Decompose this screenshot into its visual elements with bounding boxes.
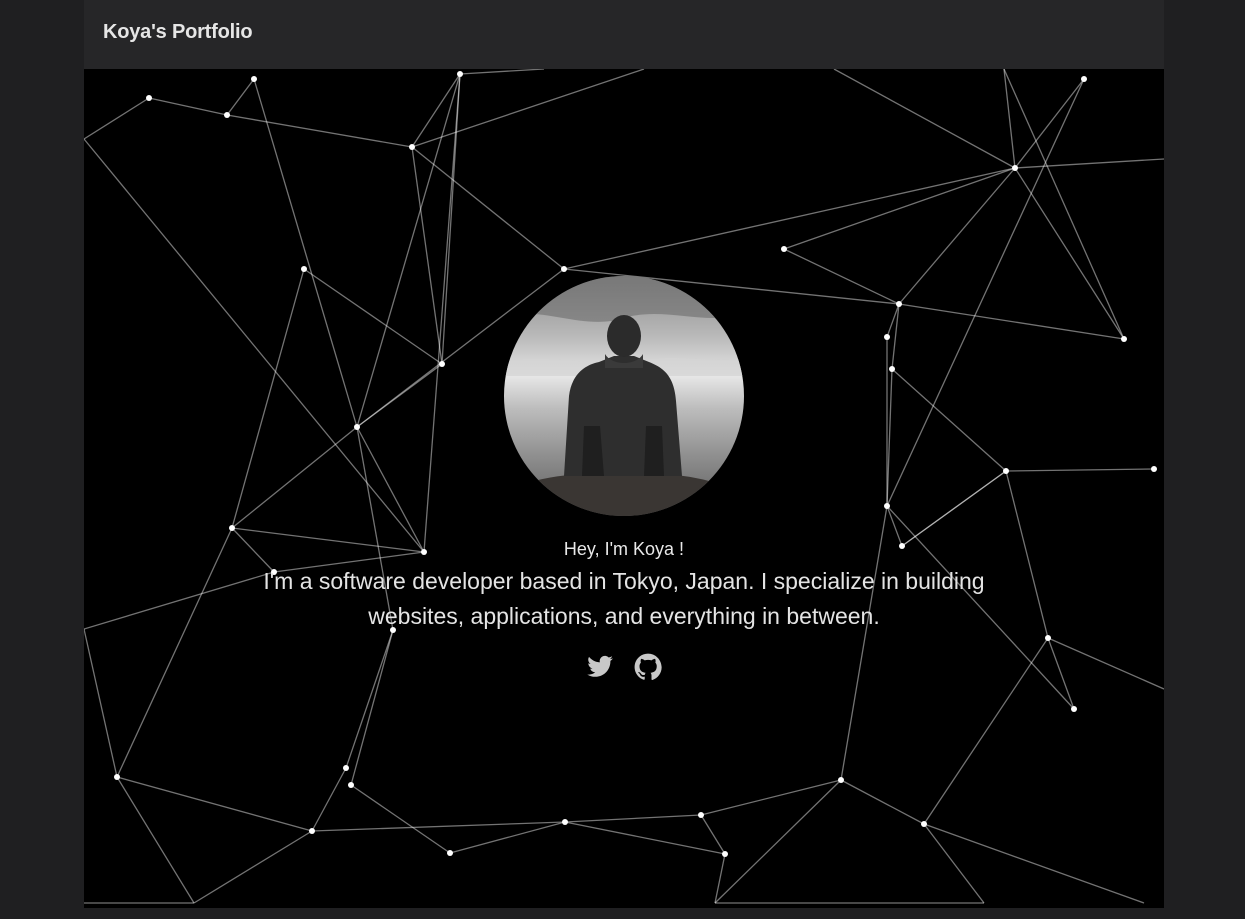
page-container: Koya's Portfolio Hey, I'm Koya ! I'm a s… [84, 0, 1164, 908]
twitter-icon [587, 655, 613, 677]
navbar: Koya's Portfolio [84, 0, 1164, 69]
network-line [714, 853, 726, 904]
network-node [722, 851, 728, 857]
network-node [301, 266, 307, 272]
network-node [457, 71, 463, 77]
network-line [1003, 69, 1016, 169]
avatar-image [504, 276, 744, 516]
network-node [146, 95, 152, 101]
network-line [311, 767, 347, 832]
twitter-link[interactable] [586, 653, 614, 681]
network-line [345, 629, 394, 769]
network-line [231, 426, 358, 529]
network-line [563, 167, 1016, 270]
network-line [116, 776, 313, 832]
network-line [783, 248, 900, 305]
network-node [896, 301, 902, 307]
network-node [884, 503, 890, 509]
network-node [1151, 466, 1157, 472]
network-line [193, 830, 313, 904]
network-line [253, 78, 358, 428]
network-line [886, 78, 1085, 507]
network-node [1012, 165, 1018, 171]
network-line [423, 73, 461, 553]
network-node [1081, 76, 1087, 82]
network-line [411, 146, 565, 270]
network-line [350, 784, 451, 854]
network-line [449, 821, 566, 854]
network-line [356, 73, 461, 428]
network-line [116, 776, 195, 904]
network-line [564, 814, 702, 823]
network-node [561, 266, 567, 272]
network-node [884, 334, 890, 340]
network-line [1005, 468, 1155, 472]
network-line [833, 69, 1016, 169]
network-node [354, 424, 360, 430]
network-node [251, 76, 257, 82]
brand-link[interactable]: Koya's Portfolio [103, 21, 253, 44]
network-line [886, 368, 893, 507]
network-line [411, 69, 645, 148]
network-line [840, 779, 925, 825]
network-line [700, 779, 842, 816]
network-node [343, 765, 349, 771]
network-line [226, 78, 255, 116]
network-line [84, 97, 150, 140]
network-line [84, 628, 118, 778]
network-node [447, 850, 453, 856]
network-node [439, 361, 445, 367]
network-line [1003, 69, 1125, 340]
network-line [411, 146, 443, 365]
tagline-text: I'm a software developer based in Tokyo,… [263, 568, 985, 629]
github-icon [634, 653, 662, 680]
network-node [1003, 468, 1009, 474]
network-line [700, 814, 726, 855]
avatar [504, 276, 744, 516]
network-node [1121, 336, 1127, 342]
network-line [891, 368, 1007, 472]
network-node [309, 828, 315, 834]
network-node [781, 246, 787, 252]
network-line [226, 114, 413, 148]
social-links [84, 653, 1164, 685]
network-line [898, 303, 1125, 340]
network-node [224, 112, 230, 118]
network-node [889, 366, 895, 372]
network-node [698, 812, 704, 818]
network-node [229, 525, 235, 531]
greeting-text: Hey, I'm Koya ! [563, 539, 685, 559]
hero-section: Hey, I'm Koya ! I'm a software developer… [84, 69, 1164, 908]
network-line [231, 268, 305, 529]
network-line [564, 821, 726, 855]
network-line [459, 69, 545, 75]
network-node [114, 774, 120, 780]
network-line [901, 470, 1007, 547]
network-node [1071, 706, 1077, 712]
network-line [311, 821, 566, 832]
github-link[interactable] [634, 653, 662, 681]
network-line [84, 138, 425, 553]
network-node [409, 144, 415, 150]
network-node [1045, 635, 1051, 641]
network-line [923, 823, 1145, 904]
network-line [714, 779, 842, 904]
network-line [148, 97, 228, 116]
network-line [923, 823, 985, 904]
network-node [921, 821, 927, 827]
network-node [838, 777, 844, 783]
network-line [1014, 158, 1164, 169]
network-node [562, 819, 568, 825]
network-node [348, 782, 354, 788]
network-line [411, 73, 461, 148]
network-line [356, 426, 425, 553]
